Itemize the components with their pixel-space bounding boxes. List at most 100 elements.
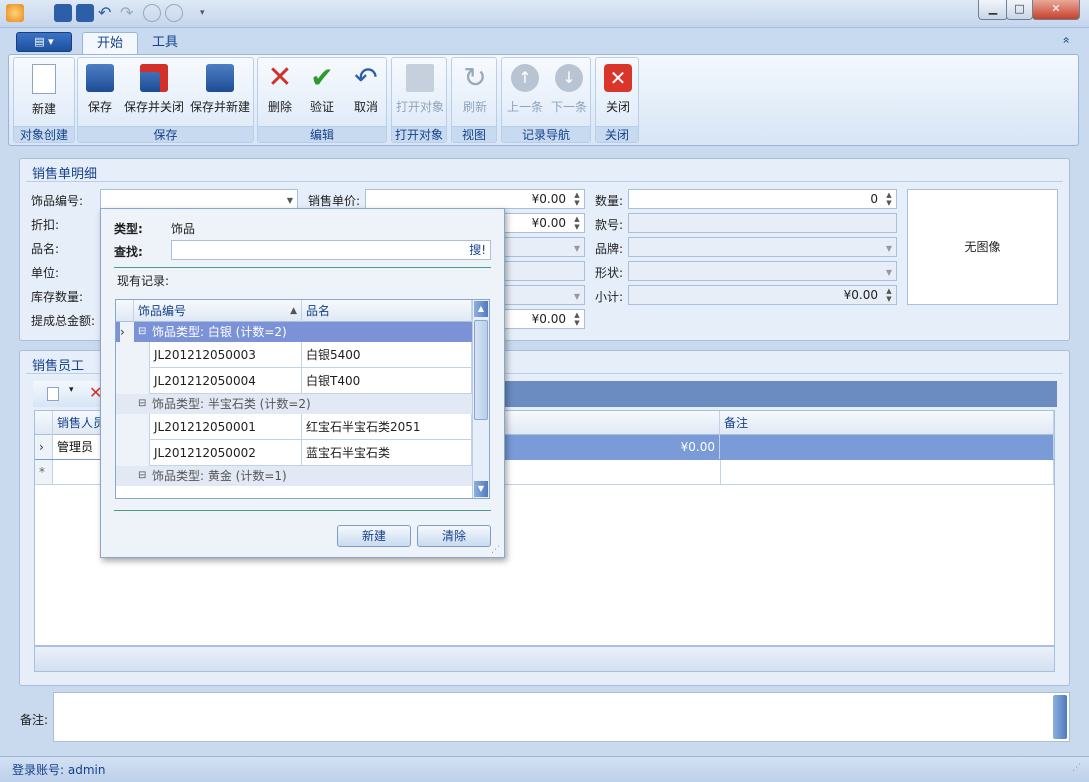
- save-icon[interactable]: [54, 4, 72, 22]
- tab-tools[interactable]: 工具: [138, 32, 192, 54]
- qat-customize-icon[interactable]: ▾: [200, 4, 218, 22]
- spin-icon[interactable]: ▲ ▼: [572, 311, 582, 327]
- floppy-new-icon: [206, 64, 234, 92]
- name-cell[interactable]: 红宝石半宝石类2051: [302, 414, 472, 440]
- table-row[interactable]: JL201212050002 蓝宝石半宝石类: [116, 440, 472, 466]
- amount-cell[interactable]: ¥0.00: [503, 435, 720, 459]
- down-icon[interactable]: [165, 4, 183, 22]
- group-row[interactable]: › ⊟ 饰品类型: 白银 (计数=2): [116, 322, 472, 342]
- close-window-button[interactable]: ✕: [1032, 0, 1080, 20]
- sort-asc-icon: ▲: [290, 306, 297, 316]
- new-button[interactable]: 新建: [16, 60, 72, 126]
- code-cell[interactable]: JL201212050004: [150, 368, 302, 394]
- minimize-button[interactable]: ▁: [978, 0, 1008, 20]
- popup-resize-grip-icon[interactable]: ⋰: [491, 545, 500, 555]
- group-row[interactable]: ⊟ 饰品类型: 半宝石类 (计数=2): [116, 394, 472, 414]
- qty-field[interactable]: 0 ▲ ▼: [628, 189, 897, 209]
- up-icon[interactable]: [143, 4, 161, 22]
- table-row[interactable]: JL201212050003 白银5400: [116, 342, 472, 368]
- brand-combo[interactable]: ▼: [628, 237, 897, 257]
- remark-scrollbar[interactable]: [1053, 695, 1067, 739]
- spin-icon[interactable]: ▲ ▼: [884, 287, 894, 303]
- save-new-button[interactable]: 保存并新建: [188, 60, 252, 126]
- save-button[interactable]: 保存: [82, 60, 118, 126]
- scroll-up-icon[interactable]: ▲: [474, 301, 488, 317]
- code-cell[interactable]: JL201212050003: [150, 342, 302, 368]
- next-record-button[interactable]: ↓ 下一条: [548, 60, 590, 126]
- save-close-icon[interactable]: [76, 4, 94, 22]
- redo-icon[interactable]: ↷: [120, 4, 138, 22]
- new-row-indicator: *: [35, 460, 53, 484]
- code-combo[interactable]: ▼: [100, 189, 298, 209]
- code-cell[interactable]: JL201212050002: [150, 440, 302, 466]
- remark-cell[interactable]: [720, 435, 1054, 459]
- search-button[interactable]: 搜!: [469, 241, 486, 259]
- refresh-button[interactable]: ↻ 刷新: [456, 60, 494, 126]
- close-form-button[interactable]: ✕ 关闭: [599, 60, 637, 126]
- cancel-button[interactable]: ↶ 取消: [348, 60, 384, 126]
- col-remark[interactable]: 备注: [720, 411, 1054, 435]
- search-input[interactable]: 搜!: [171, 240, 491, 260]
- maximize-button[interactable]: □: [1006, 0, 1033, 20]
- open-object-icon: [406, 64, 434, 92]
- group-edit-label: 编辑: [258, 126, 386, 142]
- product-image[interactable]: 无图像: [907, 189, 1058, 305]
- resize-grip-icon[interactable]: ⋰: [1072, 763, 1081, 773]
- undo-arrow-icon: ↶: [354, 61, 378, 94]
- col-code[interactable]: 饰品编号 ▲: [134, 300, 302, 322]
- unit-price-value: ¥0.00: [531, 192, 566, 206]
- spin-icon[interactable]: ▲ ▼: [572, 215, 582, 231]
- spin-icon[interactable]: ▲ ▼: [572, 191, 582, 207]
- check-icon: ✔: [310, 61, 334, 94]
- lookup-scrollbar[interactable]: ▲ ▼: [472, 300, 489, 498]
- name-cell[interactable]: 蓝宝石半宝石类: [302, 440, 472, 466]
- col-name[interactable]: 品名: [302, 300, 472, 322]
- popup-clear-button[interactable]: 清除: [417, 525, 491, 547]
- commission-value: ¥0.00: [531, 312, 566, 326]
- code-cell[interactable]: JL201212050001: [150, 414, 302, 440]
- chevron-down-icon: ▼: [573, 292, 580, 301]
- row-indicator-header: [35, 411, 53, 435]
- add-row-icon[interactable]: [47, 387, 59, 401]
- save-new-label: 保存并新建: [189, 100, 250, 114]
- validate-button[interactable]: ✔ 验证: [304, 60, 340, 126]
- unit-price-field[interactable]: ¥0.00 ▲ ▼: [365, 189, 585, 209]
- popup-new-button[interactable]: 新建: [337, 525, 411, 547]
- undo-icon[interactable]: ↶: [98, 4, 116, 22]
- chevron-down-icon[interactable]: ▾: [69, 385, 74, 395]
- collapse-group-icon[interactable]: ⊟: [138, 466, 146, 486]
- row-indent: [116, 368, 150, 394]
- collapse-group-icon[interactable]: ⊟: [138, 394, 146, 414]
- style-no-field[interactable]: [628, 213, 897, 233]
- scroll-thumb[interactable]: [474, 320, 488, 420]
- save-close-button[interactable]: 保存并关闭: [122, 60, 186, 126]
- app-logo-icon[interactable]: [6, 4, 24, 22]
- scroll-down-icon[interactable]: ▼: [474, 481, 488, 497]
- lookup-grid-header: 饰品编号 ▲ 品名: [116, 300, 472, 322]
- chevron-down-icon: ▼: [885, 268, 892, 277]
- arrow-up-icon: ↑: [511, 64, 539, 92]
- prev-record-button[interactable]: ↑ 上一条: [504, 60, 546, 126]
- subtotal-field[interactable]: ¥0.00 ▲ ▼: [628, 285, 897, 305]
- table-row[interactable]: JL201212050004 白银T400: [116, 368, 472, 394]
- status-bar: 登录账号: admin ⋰: [0, 756, 1089, 782]
- ribbon-collapse-icon[interactable]: «: [1060, 36, 1074, 43]
- collapse-group-icon[interactable]: ⊟: [138, 322, 146, 342]
- tab-home[interactable]: 开始: [82, 32, 139, 54]
- table-row[interactable]: JL201212050001 红宝石半宝石类2051: [116, 414, 472, 440]
- open-object-button[interactable]: 打开对象: [394, 60, 446, 126]
- delete-button[interactable]: ✕ 删除: [262, 60, 298, 126]
- close-form-label: 关闭: [605, 100, 630, 114]
- divider: [114, 267, 491, 268]
- qty-label: 数量:: [595, 194, 624, 208]
- remark-textarea[interactable]: [53, 692, 1070, 742]
- new-row-remark[interactable]: [720, 460, 1054, 484]
- prev-record-label: 上一条: [506, 100, 543, 114]
- app-menu-button[interactable]: ▤ ▾: [16, 32, 72, 52]
- commission-label: 提成总金额:: [31, 314, 96, 328]
- name-cell[interactable]: 白银T400: [302, 368, 472, 394]
- group-row[interactable]: ⊟ 饰品类型: 黄金 (计数=1): [116, 466, 472, 486]
- name-cell[interactable]: 白银5400: [302, 342, 472, 368]
- shape-combo[interactable]: ▼: [628, 261, 897, 281]
- spin-icon[interactable]: ▲ ▼: [884, 191, 894, 207]
